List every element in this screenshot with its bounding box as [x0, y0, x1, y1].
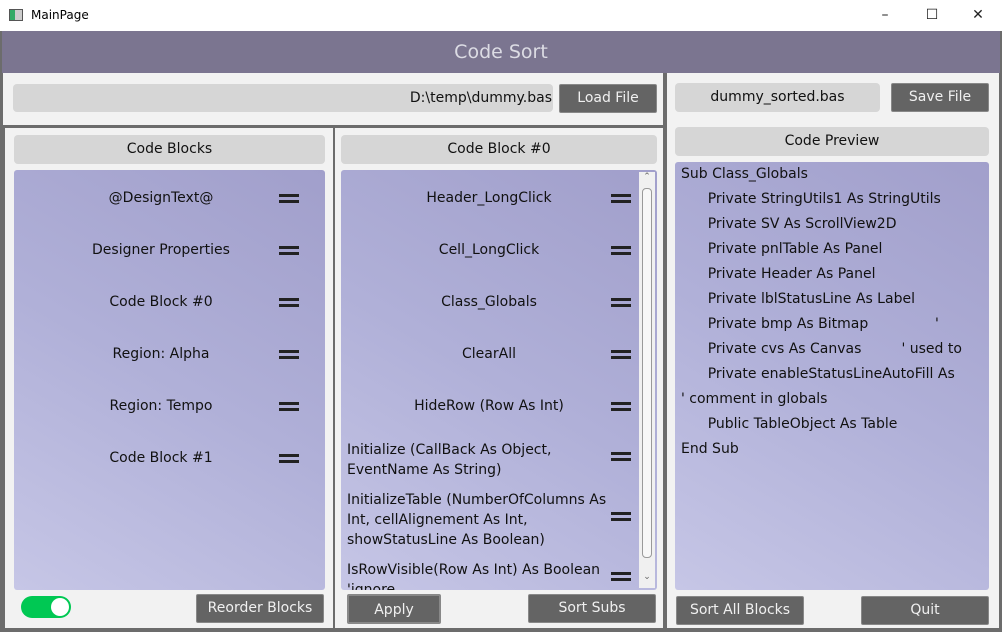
code-block-item[interactable]: Code Block #0 — [14, 294, 308, 310]
sub-item[interactable]: IsRowVisible(Row As Int) As Boolean 'ign… — [347, 560, 633, 590]
drag-handle-icon[interactable] — [279, 246, 299, 255]
code-line: End Sub — [681, 441, 739, 457]
code-line: Public TableObject As Table — [681, 416, 898, 432]
quit-button[interactable]: Quit — [861, 596, 989, 625]
sub-item[interactable]: InitializeTable (NumberOfColumns As Int,… — [347, 490, 633, 550]
app-header: Code Sort — [2, 31, 1000, 73]
maximize-icon[interactable]: ☐ — [917, 4, 947, 26]
sort-all-blocks-button[interactable]: Sort All Blocks — [676, 596, 804, 625]
code-line: Private enableStatusLineAutoFill As — [681, 366, 955, 382]
drag-handle-icon[interactable] — [611, 194, 631, 203]
drag-handle-icon[interactable] — [611, 246, 631, 255]
sub-item[interactable]: Header_LongClick — [341, 190, 637, 206]
output-file-input[interactable]: dummy_sorted.bas — [675, 83, 880, 112]
code-block-item[interactable]: Designer Properties — [14, 242, 308, 258]
sub-item[interactable]: Initialize (CallBack As Object, EventNam… — [347, 440, 633, 480]
code-line: ' comment in globals — [681, 391, 828, 407]
code-line: Private lblStatusLine As Label — [681, 291, 915, 307]
reorder-blocks-button[interactable]: Reorder Blocks — [196, 594, 324, 623]
drag-handle-icon[interactable] — [611, 298, 631, 307]
drag-handle-icon[interactable] — [279, 454, 299, 463]
file-path-input[interactable]: D:\temp\dummy.bas — [13, 84, 553, 112]
sub-item[interactable]: Class_Globals — [341, 294, 637, 310]
scrollbar[interactable]: ⌃ ⌄ — [639, 172, 655, 588]
load-file-button[interactable]: Load File — [559, 84, 657, 113]
drag-handle-icon[interactable] — [611, 350, 631, 359]
code-blocks-list[interactable]: @DesignText@ Designer Properties Code Bloc… — [14, 170, 325, 590]
window-title: MainPage — [31, 8, 89, 22]
drag-handle-icon[interactable] — [611, 402, 631, 411]
code-blocks-header: Code Blocks — [14, 135, 325, 164]
sub-item[interactable]: HideRow (Row As Int) — [341, 398, 637, 414]
sub-item[interactable]: Cell_LongClick — [341, 242, 637, 258]
code-line: Sub Class_Globals — [681, 166, 808, 182]
code-line: Private cvs As Canvas ' used to — [681, 341, 962, 357]
scroll-thumb[interactable] — [642, 188, 652, 558]
drag-handle-icon[interactable] — [611, 452, 631, 461]
code-line: Private pnlTable As Panel — [681, 241, 883, 257]
minimize-icon[interactable]: – — [870, 4, 900, 26]
code-block-item[interactable]: Code Block #1 — [14, 450, 308, 466]
apply-button[interactable]: Apply — [347, 594, 441, 624]
drag-handle-icon[interactable] — [279, 350, 299, 359]
code-preview[interactable]: Sub Class_Globals Private StringUtils1 A… — [675, 162, 989, 590]
app-icon — [9, 9, 23, 21]
drag-handle-icon[interactable] — [279, 402, 299, 411]
subs-list[interactable]: ⌃ ⌄ Header_LongClick Cell_LongClick Class_… — [341, 170, 657, 590]
code-preview-header: Code Preview — [675, 127, 989, 156]
save-file-button[interactable]: Save File — [891, 83, 989, 112]
drag-handle-icon[interactable] — [279, 298, 299, 307]
scroll-up-icon[interactable]: ⌃ — [639, 172, 655, 186]
sub-item[interactable]: ClearAll — [341, 346, 637, 362]
drag-handle-icon[interactable] — [279, 194, 299, 203]
close-icon[interactable]: ✕ — [963, 4, 993, 26]
code-block-item[interactable]: Region: Tempo — [14, 398, 308, 414]
title-bar: MainPage – ☐ ✕ — [0, 0, 1002, 31]
code-line: Private SV As ScrollView2D — [681, 216, 897, 232]
sort-subs-button[interactable]: Sort Subs — [528, 594, 656, 623]
code-block-header: Code Block #0 — [341, 135, 657, 164]
code-line: Private StringUtils1 As StringUtils — [681, 191, 941, 207]
code-line: Private bmp As Bitmap ' — [681, 316, 939, 332]
code-block-item[interactable]: @DesignText@ — [14, 190, 308, 206]
code-block-item[interactable]: Region: Alpha — [14, 346, 308, 362]
code-line: Private Header As Panel — [681, 266, 876, 282]
drag-handle-icon[interactable] — [611, 512, 631, 521]
toggle-switch[interactable] — [21, 596, 71, 618]
drag-handle-icon[interactable] — [611, 572, 631, 581]
